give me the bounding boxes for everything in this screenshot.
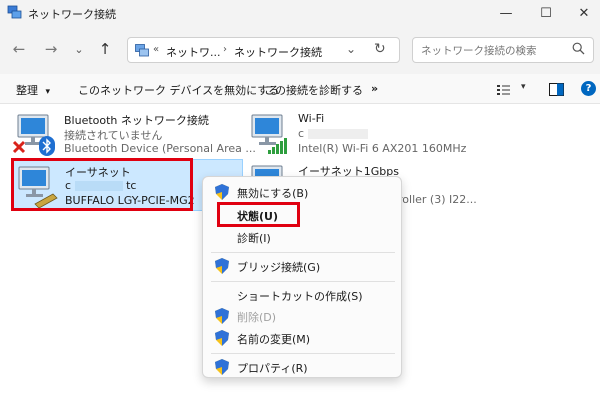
menu-item-label: 削除(D) bbox=[237, 311, 277, 324]
command-bar: 整理 ▾ このネットワーク デバイスを無効にする この接続を診断する » ▾ ? bbox=[0, 74, 600, 104]
address-dropdown-icon[interactable]: ⌄ bbox=[346, 42, 356, 56]
menu-item-diagnose[interactable]: 診断(I) bbox=[207, 226, 399, 248]
connection-name: Wi-Fi bbox=[298, 112, 325, 125]
search-input[interactable] bbox=[421, 42, 561, 59]
menu-item-label: ブリッジ接続(G) bbox=[237, 261, 321, 274]
breadcrumb-network-connections[interactable]: ネットワーク接続 bbox=[234, 44, 322, 60]
connection-status: c bbox=[298, 127, 368, 140]
menu-item-label: 診断(I) bbox=[237, 232, 271, 245]
menu-item-disable[interactable]: 無効にする(B) bbox=[207, 181, 399, 203]
more-commands-button[interactable]: » bbox=[371, 82, 378, 95]
recent-locations-button[interactable]: ⌄ bbox=[70, 40, 88, 58]
status-text: c bbox=[298, 127, 305, 140]
highlight-status-menu-item bbox=[217, 202, 300, 227]
close-button[interactable]: ✕ bbox=[572, 4, 596, 22]
forward-button[interactable]: → bbox=[42, 40, 60, 58]
breadcrumb-overflow[interactable]: « bbox=[153, 44, 159, 55]
disconnected-x-icon bbox=[12, 140, 26, 154]
menu-item-label: ショートカットの作成(S) bbox=[237, 290, 363, 303]
organize-caret-icon: ▾ bbox=[45, 87, 51, 97]
breadcrumb-network[interactable]: ネットワ... bbox=[166, 44, 221, 60]
minimize-button[interactable]: — bbox=[494, 4, 518, 22]
connection-bluetooth[interactable]: Bluetooth ネットワーク接続 接続されていません Bluetooth D… bbox=[12, 108, 256, 158]
navigation-bar: ← → ⌄ ↑ « ネットワ... › ネットワーク接続 ⌄ ↻ bbox=[0, 26, 600, 74]
up-button[interactable]: ↑ bbox=[96, 40, 114, 58]
menu-item-rename[interactable]: 名前の変更(M) bbox=[207, 327, 399, 349]
organize-button[interactable]: 整理 ▾ bbox=[16, 82, 50, 98]
highlight-ethernet bbox=[11, 158, 193, 211]
connection-device: Bluetooth Device (Personal Area ... bbox=[64, 142, 256, 155]
bluetooth-icon bbox=[39, 136, 55, 156]
breadcrumb-separator[interactable]: › bbox=[223, 44, 227, 55]
uac-shield-icon bbox=[215, 330, 229, 346]
title-bar: ネットワーク接続 — ☐ ✕ bbox=[0, 0, 600, 26]
organize-label: 整理 bbox=[16, 84, 38, 97]
menu-item-bridge[interactable]: ブリッジ接続(G) bbox=[207, 255, 399, 277]
disable-device-button[interactable]: このネットワーク デバイスを無効にする bbox=[78, 82, 279, 98]
search-box[interactable] bbox=[412, 37, 594, 63]
menu-item-label: プロパティ(R) bbox=[237, 362, 308, 375]
menu-item-properties[interactable]: プロパティ(R) bbox=[207, 356, 399, 378]
menu-item-label: 名前の変更(M) bbox=[237, 333, 311, 346]
connection-device: roller (3) I22... bbox=[398, 193, 477, 206]
network-connections-icon bbox=[7, 5, 22, 19]
help-button[interactable]: ? bbox=[581, 81, 596, 96]
menu-separator bbox=[211, 353, 395, 354]
search-icon[interactable] bbox=[572, 42, 585, 55]
blurred-text bbox=[307, 129, 368, 139]
uac-shield-icon bbox=[215, 184, 229, 200]
connection-wifi[interactable]: Wi-Fi c Intel(R) Wi-Fi 6 AX201 160MHz bbox=[246, 108, 478, 158]
maximize-button[interactable]: ☐ bbox=[534, 4, 558, 22]
menu-item-delete: 削除(D) bbox=[207, 305, 399, 327]
refresh-icon[interactable]: ↻ bbox=[374, 41, 386, 57]
diagnose-connection-button[interactable]: この接続を診断する bbox=[264, 82, 363, 98]
uac-shield-icon bbox=[215, 308, 229, 324]
preview-pane-icon[interactable] bbox=[549, 83, 564, 96]
view-options-icon[interactable] bbox=[497, 84, 511, 96]
back-button[interactable]: ← bbox=[10, 40, 28, 58]
menu-separator bbox=[211, 252, 395, 253]
menu-item-label: 無効にする(B) bbox=[237, 187, 309, 200]
window-title: ネットワーク接続 bbox=[28, 8, 116, 21]
menu-separator bbox=[211, 281, 395, 282]
signal-strength-icon bbox=[268, 138, 287, 154]
uac-shield-icon bbox=[215, 359, 229, 375]
menu-item-create-shortcut[interactable]: ショートカットの作成(S) bbox=[207, 284, 399, 306]
uac-shield-icon bbox=[215, 258, 229, 274]
address-bar[interactable]: « ネットワ... › ネットワーク接続 ⌄ ↻ bbox=[127, 37, 400, 63]
connection-device: Intel(R) Wi-Fi 6 AX201 160MHz bbox=[298, 142, 467, 155]
connection-status: 接続されていません bbox=[64, 129, 163, 142]
view-caret-icon[interactable]: ▾ bbox=[521, 82, 526, 92]
control-panel-icon bbox=[135, 44, 149, 57]
connection-name: Bluetooth ネットワーク接続 bbox=[64, 114, 209, 127]
